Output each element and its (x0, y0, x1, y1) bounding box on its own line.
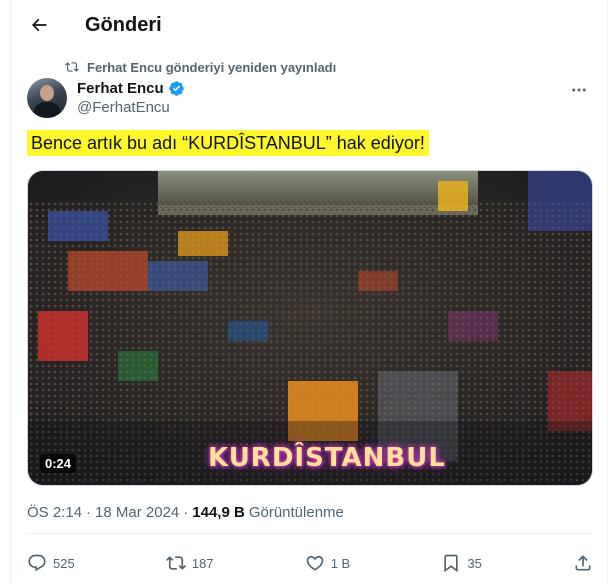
post-detail-panel: Gönderi Ferhat Encu gönderiyi yeniden ya… (10, 0, 608, 584)
author-name[interactable]: Ferhat Encu (77, 80, 164, 97)
action-bar: 525 187 1 B 35 (27, 548, 593, 578)
meta-separator: · (183, 504, 189, 521)
reply-icon (28, 554, 46, 572)
avatar[interactable] (27, 78, 67, 118)
repost-icon (65, 62, 79, 72)
video-player[interactable]: KURDÎSTANBUL 0:24 (27, 170, 593, 486)
like-button[interactable]: 1 B (305, 553, 351, 573)
back-button[interactable] (21, 7, 57, 43)
tweet-text: Bence artık bu adı “KURDÎSTANBUL” hak ed… (27, 130, 429, 156)
page-title: Gönderi (85, 13, 162, 36)
meta-separator: · (86, 504, 92, 521)
post-date[interactable]: 18 Mar 2024 (95, 504, 179, 521)
bookmark-button[interactable]: 35 (441, 553, 482, 573)
more-options-button[interactable] (567, 78, 591, 102)
bookmark-count: 35 (467, 555, 482, 571)
share-button[interactable] (573, 553, 593, 573)
reply-count: 525 (53, 555, 75, 571)
verified-badge-icon (168, 81, 184, 96)
repost-count: 187 (191, 555, 214, 571)
more-dots-icon (572, 88, 586, 92)
post-meta: ÖS 2:14 · 18 Mar 2024 · 144,9 B Görüntül… (27, 504, 344, 521)
video-overlay-title: KURDÎSTANBUL (208, 443, 446, 473)
share-icon (575, 555, 591, 571)
divider (27, 533, 593, 534)
repost-button[interactable]: 187 (165, 553, 214, 573)
repost-text: Ferhat Encu gönderiyi yeniden yayınladı (87, 59, 337, 75)
views-count: 144,9 B (192, 504, 245, 521)
heart-icon (306, 555, 324, 571)
repost-icon (165, 556, 186, 570)
repost-indicator[interactable]: Ferhat Encu gönderiyi yeniden yayınladı (65, 58, 336, 76)
post-time[interactable]: ÖS 2:14 (27, 504, 82, 521)
video-thumbnail (28, 171, 592, 485)
author-info: Ferhat Encu @FerhatEncu (77, 80, 185, 116)
reply-button[interactable]: 525 (27, 553, 75, 573)
header: Gönderi (11, 0, 609, 50)
bookmark-icon (444, 554, 459, 573)
arrow-left-icon (31, 18, 47, 32)
author-handle[interactable]: @FerhatEncu (77, 99, 185, 116)
like-count: 1 B (330, 555, 351, 571)
video-duration: 0:24 (40, 454, 77, 473)
views-label: Görüntülenme (248, 504, 344, 521)
